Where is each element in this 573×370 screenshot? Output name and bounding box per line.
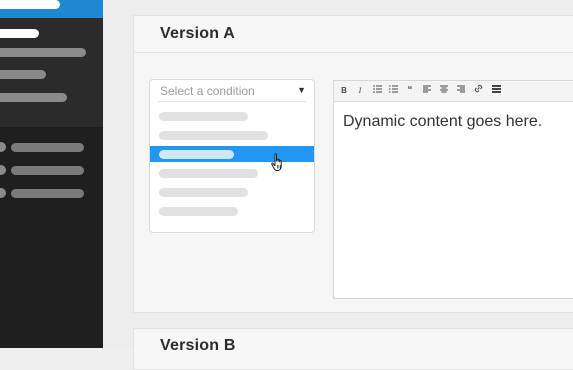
align-left-icon[interactable] <box>421 84 433 98</box>
sidebar-menu-icon <box>0 165 6 175</box>
sidebar-menu-item[interactable] <box>11 143 84 152</box>
version-a-title: Version A <box>160 25 236 42</box>
more-icon[interactable] <box>490 84 502 98</box>
sidebar-submenu-item[interactable] <box>0 70 46 79</box>
editor-content[interactable]: Dynamic content goes here. <box>343 113 542 131</box>
sidebar-submenu <box>0 0 103 127</box>
bold-icon[interactable]: B <box>338 84 350 98</box>
hand-pointer-cursor-icon <box>271 153 282 171</box>
numbered-list-icon[interactable] <box>387 84 399 98</box>
condition-select[interactable]: Select a condition ▼ <box>149 79 315 233</box>
chevron-down-icon[interactable]: ▼ <box>297 85 306 95</box>
sidebar-menu-item[interactable] <box>11 189 84 198</box>
condition-option[interactable] <box>150 203 314 219</box>
editor-toolbar: B I “ <box>334 81 573 102</box>
align-right-icon[interactable] <box>455 84 467 98</box>
dropdown-divider <box>158 101 306 102</box>
sidebar-menu-icon <box>0 188 6 198</box>
sidebar-submenu-item[interactable] <box>0 93 67 102</box>
bulleted-list-icon[interactable] <box>371 84 383 98</box>
condition-option-selected[interactable] <box>150 146 314 162</box>
condition-option[interactable] <box>150 108 314 124</box>
sidebar-submenu-item-current[interactable] <box>0 29 39 38</box>
align-center-icon[interactable] <box>438 84 450 98</box>
admin-sidebar <box>0 0 103 348</box>
link-icon[interactable] <box>472 84 484 98</box>
version-b-panel: Version B <box>133 328 573 370</box>
content-editor[interactable]: B I “ Dynamic content goes here. <box>333 80 573 299</box>
sidebar-menu-icon <box>0 142 6 152</box>
version-a-header: Version A <box>134 16 573 53</box>
version-b-title: Version B <box>160 337 236 354</box>
blockquote-icon[interactable]: “ <box>404 84 416 98</box>
condition-option[interactable] <box>150 127 314 143</box>
sidebar-submenu-item[interactable] <box>0 48 86 57</box>
condition-select-placeholder: Select a condition <box>160 84 255 98</box>
condition-option[interactable] <box>150 184 314 200</box>
italic-icon[interactable]: I <box>354 84 366 98</box>
sidebar-active-label <box>0 0 60 9</box>
condition-option[interactable] <box>150 165 314 181</box>
sidebar-menu-item[interactable] <box>11 166 84 175</box>
sidebar-active-item[interactable] <box>0 0 103 18</box>
